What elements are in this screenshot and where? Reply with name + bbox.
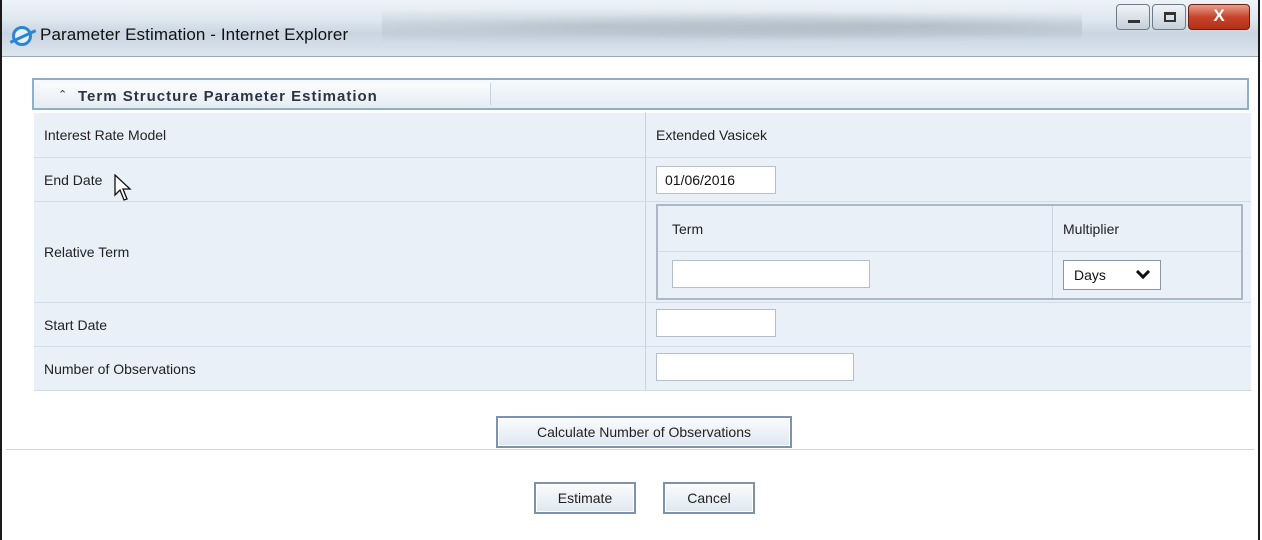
parameter-form: Interest Rate Model Extended Vasicek End… [34,112,1251,391]
internet-explorer-icon [12,26,32,46]
interest-rate-model-value: Extended Vasicek [645,112,1251,158]
relative-term-table: Term Multiplier Days [656,204,1243,300]
row-number-of-observations: Number of Observations [34,346,1251,391]
multiplier-select[interactable]: Days [1063,260,1161,290]
minimize-icon [1128,20,1140,23]
window-title: Parameter Estimation - Internet Explorer [40,25,349,44]
relative-term-label: Relative Term [34,201,646,303]
section-header: ⌃ Term Structure Parameter Estimation [32,78,1249,110]
estimate-button[interactable]: Estimate [534,482,636,514]
row-relative-term: Relative Term Term Multiplier Days [34,201,1251,303]
chevron-down-icon [1135,264,1151,280]
footer-divider [6,449,1254,450]
collapse-icon[interactable]: ⌃ [58,88,67,101]
start-date-field[interactable] [656,309,776,337]
row-interest-rate-model: Interest Rate Model Extended Vasicek [34,112,1251,158]
end-date-field[interactable]: 01/06/2016 [656,165,776,194]
number-of-observations-field[interactable] [656,353,854,381]
mouse-pointer-icon [114,174,132,201]
multiplier-selected-value: Days [1074,267,1106,283]
calculate-observations-button[interactable]: Calculate Number of Observations [496,416,792,448]
interest-rate-model-label: Interest Rate Model [34,112,646,158]
term-header: Term [657,205,1053,252]
start-date-label: Start Date [34,302,646,347]
window-controls: X [1114,4,1250,30]
minimize-button[interactable] [1116,4,1150,30]
cancel-button[interactable]: Cancel [663,482,755,514]
dialog-content: ⌃ Term Structure Parameter Estimation In… [4,57,1256,540]
section-tab: ⌃ Term Structure Parameter Estimation [40,83,491,105]
browser-window: Parameter Estimation - Internet Explorer… [0,0,1260,540]
close-button[interactable]: X [1188,4,1250,30]
maximize-icon [1164,12,1176,22]
section-title: Term Structure Parameter Estimation [78,88,378,105]
title-bar: Parameter Estimation - Internet Explorer… [2,0,1258,57]
number-of-observations-label: Number of Observations [34,346,646,391]
term-input[interactable] [672,259,870,288]
maximize-button[interactable] [1152,4,1186,30]
row-end-date: End Date 01/06/2016 [34,157,1251,202]
multiplier-header: Multiplier [1052,205,1242,252]
row-start-date: Start Date [34,302,1251,347]
